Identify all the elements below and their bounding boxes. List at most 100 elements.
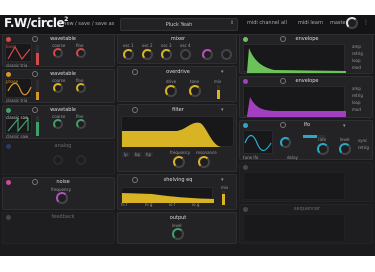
power-icon[interactable] <box>32 179 38 185</box>
eq-hi-g-label: hi g <box>145 202 153 207</box>
noise-frequency-knob[interactable] <box>56 192 68 204</box>
env2-led[interactable] <box>243 79 248 84</box>
lfo-level-knob[interactable] <box>339 143 351 155</box>
new-link[interactable]: / new <box>60 21 74 27</box>
midi-learn-button[interactable]: midi learn <box>298 20 323 26</box>
power-icon[interactable] <box>132 177 138 183</box>
env1-display[interactable] <box>243 44 346 73</box>
seq-display[interactable] <box>243 214 345 242</box>
osc2-fine-knob[interactable] <box>76 83 86 93</box>
chevron-down-icon[interactable]: ▾ <box>221 69 224 75</box>
power-icon[interactable] <box>132 107 138 113</box>
lfo-delay-knob[interactable] <box>280 137 291 148</box>
power-icon[interactable] <box>280 36 286 42</box>
menu-icon[interactable]: ⋮ <box>363 19 369 26</box>
lfo-led[interactable] <box>243 123 248 128</box>
osc3-coarse-knob[interactable] <box>53 119 63 129</box>
osc2-slider[interactable] <box>36 80 39 100</box>
lfo-level-label: level <box>340 137 350 142</box>
analog-led[interactable] <box>6 144 11 149</box>
lfo-sync-toggle[interactable]: sync <box>358 138 367 143</box>
mixer-osc1-knob[interactable] <box>123 49 134 60</box>
osc1-slider[interactable] <box>36 45 39 65</box>
osc2-led[interactable] <box>6 72 11 77</box>
env1-led[interactable] <box>243 37 248 42</box>
lfo-wave-name[interactable]: tune lfo <box>243 155 258 160</box>
analog-knob[interactable] <box>53 155 63 165</box>
save-as-link[interactable]: / save as <box>92 21 114 27</box>
power-icon[interactable] <box>280 78 286 84</box>
env1-mod-option[interactable]: mod <box>352 65 361 70</box>
overdrive-drive-knob[interactable] <box>165 85 177 97</box>
preset-selector[interactable]: Pluck Yeah <box>120 18 238 31</box>
osc3-wave-name[interactable]: classic saw <box>6 134 28 139</box>
output-level-knob[interactable] <box>172 228 184 240</box>
filter-tab-lp[interactable]: lp <box>122 152 130 157</box>
seq-led[interactable] <box>243 207 248 212</box>
osc1-title: wavetable <box>50 36 76 42</box>
env1-title: envelope <box>295 36 319 42</box>
osc1-fine-knob[interactable] <box>76 48 86 58</box>
analog-knob[interactable] <box>76 155 86 165</box>
mixer-osc3-knob[interactable] <box>161 49 172 60</box>
osc1-coarse-knob[interactable] <box>53 48 63 58</box>
filter-frequency-knob[interactable] <box>173 156 185 168</box>
noise-led[interactable] <box>6 180 11 185</box>
lfo-title: lfo <box>303 122 311 128</box>
env2-mod-option[interactable]: mod <box>352 107 361 112</box>
filter-response-display[interactable] <box>121 116 234 147</box>
env2-display[interactable] <box>243 86 346 117</box>
save-link[interactable]: / save <box>75 21 90 27</box>
osc3-fine-knob[interactable] <box>76 119 86 129</box>
osc3-led[interactable] <box>6 108 11 113</box>
osc2-wave-name[interactable]: classic tria <box>6 98 27 103</box>
overdrive-mix-slider[interactable] <box>217 85 220 99</box>
lfo-retrig-toggle[interactable]: retrig <box>358 145 369 150</box>
power-icon[interactable] <box>32 71 38 77</box>
preset-arrows-icon[interactable]: ⇕ <box>230 20 234 26</box>
osc3-wave-dropdown[interactable]: classic saw <box>6 115 28 120</box>
eq-display[interactable] <box>121 187 214 203</box>
envelope2-panel: envelope amp retrig loop mod <box>239 76 373 118</box>
mixer-noise-knob[interactable] <box>202 49 213 60</box>
mixer-osc2-knob[interactable] <box>142 49 153 60</box>
chevron-down-icon[interactable]: ▾ <box>221 177 224 183</box>
mixer-osc4-knob[interactable] <box>180 49 191 60</box>
env2-title: envelope <box>295 78 319 84</box>
eq-mix-label: mix <box>221 185 229 190</box>
osc1-led[interactable] <box>6 37 11 42</box>
osc1-wave-dropdown[interactable]: basic <box>6 44 16 49</box>
feedback-led[interactable] <box>6 215 11 220</box>
env2-retrig-option[interactable]: retrig <box>352 93 363 98</box>
env1-amp-option[interactable]: amp <box>352 44 361 49</box>
chevron-down-icon[interactable]: ▾ <box>343 123 346 129</box>
chevron-down-icon[interactable]: ▾ <box>221 107 224 113</box>
eq-mix-slider[interactable] <box>222 191 225 205</box>
osc3-slider[interactable] <box>36 116 39 136</box>
osc2-wave-dropdown[interactable]: phase <box>6 79 18 84</box>
overdrive-tone-knob[interactable] <box>189 85 201 97</box>
osc2-coarse-knob[interactable] <box>53 83 63 93</box>
env1-loop-option[interactable]: loop <box>352 58 361 63</box>
power-icon[interactable] <box>32 107 38 113</box>
power-icon[interactable] <box>280 122 286 128</box>
power-icon[interactable] <box>32 36 38 42</box>
env1-retrig-option[interactable]: retrig <box>352 51 363 56</box>
sequencer-panel: sequencer <box>239 204 373 244</box>
lfo2-panel <box>239 162 373 202</box>
lfo-wave-display[interactable] <box>243 130 273 154</box>
mixer-fb-knob[interactable] <box>221 49 232 60</box>
overdrive-mix-label: mix <box>214 79 222 84</box>
osc1-wave-name[interactable]: classic tria <box>6 63 27 68</box>
filter-tab-bp[interactable]: bp <box>133 152 143 157</box>
env2-loop-option[interactable]: loop <box>352 100 361 105</box>
lfo2-led[interactable] <box>243 165 248 170</box>
lfo-rate-knob[interactable] <box>317 143 329 155</box>
filter-tab-hp[interactable]: hp <box>144 152 154 157</box>
midi-channel-select[interactable]: all <box>281 20 287 26</box>
master-knob[interactable] <box>346 17 358 29</box>
env2-amp-option[interactable]: amp <box>352 86 361 91</box>
lfo2-display[interactable] <box>243 172 345 200</box>
power-icon[interactable] <box>132 69 138 75</box>
filter-resonance-knob[interactable] <box>198 156 210 168</box>
